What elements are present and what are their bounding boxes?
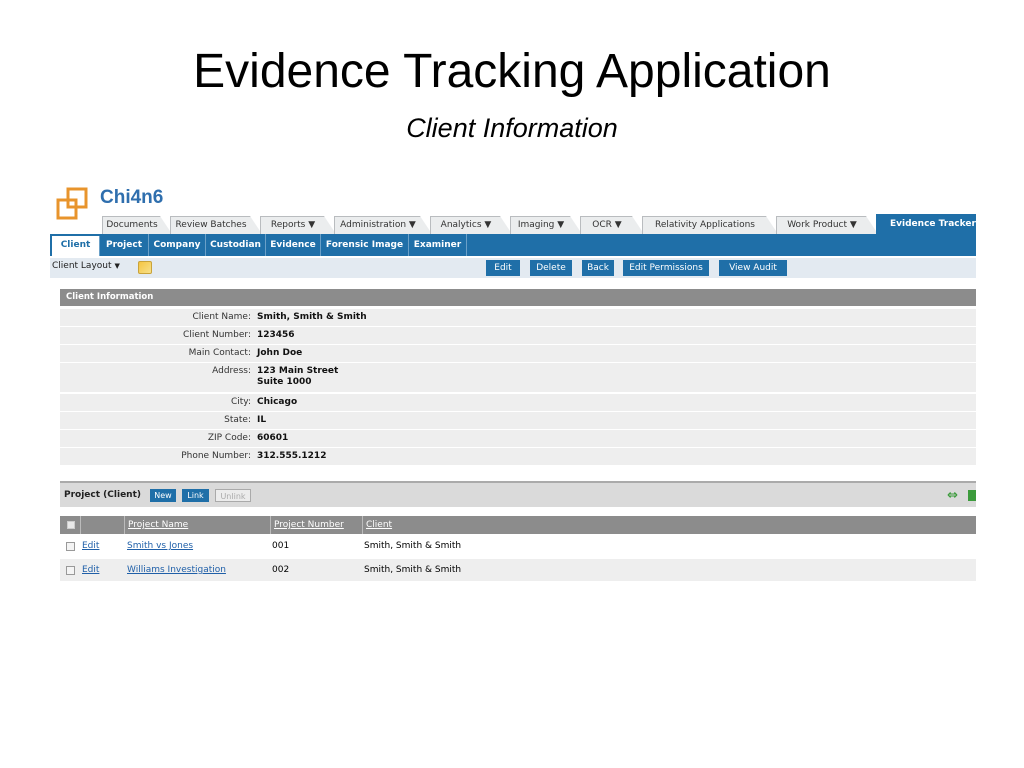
back-button[interactable]: Back bbox=[582, 260, 614, 276]
subnav-project[interactable]: Project bbox=[100, 234, 149, 256]
layout-select[interactable]: Client Layout ▼ bbox=[52, 261, 120, 271]
project-name-link[interactable]: Smith vs Jones bbox=[127, 535, 193, 557]
info-row-client-name: Client Name: Smith, Smith & Smith bbox=[60, 309, 976, 326]
edit-link[interactable]: Edit bbox=[82, 535, 99, 557]
edit-permissions-button[interactable]: Edit Permissions bbox=[623, 260, 709, 276]
column-actions bbox=[80, 516, 124, 534]
column-project-name[interactable]: Project Name bbox=[124, 516, 270, 534]
chevron-down-icon: ▼ bbox=[114, 262, 120, 270]
info-value: John Doe bbox=[257, 348, 303, 358]
project-section-title: Project (Client) bbox=[64, 490, 141, 500]
export-icon[interactable] bbox=[968, 490, 976, 501]
swap-icon[interactable]: ⇔ bbox=[947, 488, 958, 503]
column-project-number[interactable]: Project Number bbox=[270, 516, 362, 534]
row-checkbox[interactable] bbox=[66, 566, 75, 575]
slide-title: Evidence Tracking Application bbox=[193, 45, 831, 98]
subnav-client[interactable]: Client bbox=[52, 236, 100, 256]
info-label: Main Contact: bbox=[188, 348, 251, 358]
info-label: Client Name: bbox=[192, 312, 252, 322]
row-checkbox[interactable] bbox=[66, 542, 75, 551]
project-client: Smith, Smith & Smith bbox=[364, 541, 462, 551]
address-line-1: 123 Main Street bbox=[257, 366, 339, 376]
info-value-address: 123 Main Street Suite 1000 bbox=[257, 366, 338, 388]
tab-evidence-tracker[interactable]: Evidence Tracker ▼ bbox=[876, 214, 976, 234]
tab-administration[interactable]: Administration ▼ bbox=[334, 216, 432, 234]
layout-select-value: Client Layout bbox=[52, 261, 112, 271]
info-row-state: State: IL bbox=[60, 412, 976, 429]
info-row-main-contact: Main Contact: John Doe bbox=[60, 345, 976, 362]
info-label: State: bbox=[224, 415, 251, 425]
column-client[interactable]: Client bbox=[362, 516, 976, 534]
link-project-button[interactable]: Link bbox=[182, 489, 209, 502]
view-audit-button[interactable]: View Audit bbox=[719, 260, 787, 276]
info-row-phone-number: Phone Number: 312.555.1212 bbox=[60, 448, 976, 465]
info-label: Phone Number: bbox=[181, 451, 251, 461]
sub-navigation: Client Project Company Custodian Evidenc… bbox=[50, 234, 976, 256]
info-row-address: Address: 123 Main Street Suite 1000 bbox=[60, 363, 976, 392]
info-value: Smith, Smith & Smith bbox=[257, 312, 367, 322]
tab-reports[interactable]: Reports ▼ bbox=[260, 216, 336, 234]
tab-analytics[interactable]: Analytics ▼ bbox=[430, 216, 512, 234]
project-section-header: Project (Client) New Link Unlink ⇔ bbox=[60, 481, 976, 507]
address-line-2: Suite 1000 bbox=[257, 377, 312, 387]
info-row-zip-code: ZIP Code: 60601 bbox=[60, 430, 976, 447]
info-label: ZIP Code: bbox=[207, 433, 251, 443]
brand-name: Chi4n6 bbox=[100, 187, 164, 208]
table-row: Edit Smith vs Jones 001 Smith, Smith & S… bbox=[60, 535, 976, 557]
app-screenshot: Chi4n6 Documents Review Batches Reports … bbox=[50, 182, 976, 592]
subnav-forensic-image[interactable]: Forensic Image bbox=[321, 234, 409, 256]
logo-icon bbox=[56, 187, 88, 220]
info-label: City: bbox=[230, 397, 251, 407]
client-info-header: Client Information bbox=[60, 289, 976, 306]
slide-subtitle: Client Information bbox=[406, 113, 618, 143]
subnav-company[interactable]: Company bbox=[149, 234, 206, 256]
project-client: Smith, Smith & Smith bbox=[364, 565, 462, 575]
main-tabs: Documents Review Batches Reports ▼ Admin… bbox=[102, 214, 976, 234]
new-project-button[interactable]: New bbox=[150, 489, 176, 502]
select-all-checkbox[interactable] bbox=[67, 521, 75, 529]
tab-review-batches[interactable]: Review Batches bbox=[170, 216, 262, 234]
info-value: IL bbox=[257, 415, 267, 425]
edit-button[interactable]: Edit bbox=[486, 260, 520, 276]
info-row-city: City: Chicago bbox=[60, 394, 976, 411]
info-value: Chicago bbox=[257, 397, 298, 407]
info-value: 123456 bbox=[257, 330, 295, 340]
delete-button[interactable]: Delete bbox=[530, 260, 572, 276]
table-row: Edit Williams Investigation 002 Smith, S… bbox=[60, 559, 976, 581]
tab-documents[interactable]: Documents bbox=[102, 216, 172, 234]
subnav-evidence[interactable]: Evidence bbox=[266, 234, 321, 256]
info-value: 312.555.1212 bbox=[257, 451, 327, 461]
subnav-custodian[interactable]: Custodian bbox=[206, 234, 266, 256]
tab-work-product[interactable]: Work Product ▼ bbox=[776, 216, 878, 234]
info-value: 60601 bbox=[257, 433, 289, 443]
tab-imaging[interactable]: Imaging ▼ bbox=[510, 216, 582, 234]
project-number: 002 bbox=[272, 565, 290, 575]
project-name-link[interactable]: Williams Investigation bbox=[127, 559, 226, 581]
subnav-examiner[interactable]: Examiner bbox=[409, 234, 467, 256]
tab-relativity-applications[interactable]: Relativity Applications bbox=[642, 216, 778, 234]
unlink-project-button[interactable]: Unlink bbox=[215, 489, 251, 502]
toolbar: Client Layout ▼ Edit Delete Back Edit Per… bbox=[50, 258, 976, 278]
info-row-client-number: Client Number: 123456 bbox=[60, 327, 976, 344]
edit-link[interactable]: Edit bbox=[82, 559, 99, 581]
info-label: Client Number: bbox=[183, 330, 251, 340]
tab-ocr[interactable]: OCR ▼ bbox=[580, 216, 644, 234]
project-grid-header: Project Name Project Number Client bbox=[60, 516, 976, 534]
project-number: 001 bbox=[272, 541, 290, 551]
info-label: Address: bbox=[212, 366, 251, 376]
layout-edit-icon[interactable] bbox=[138, 261, 152, 274]
